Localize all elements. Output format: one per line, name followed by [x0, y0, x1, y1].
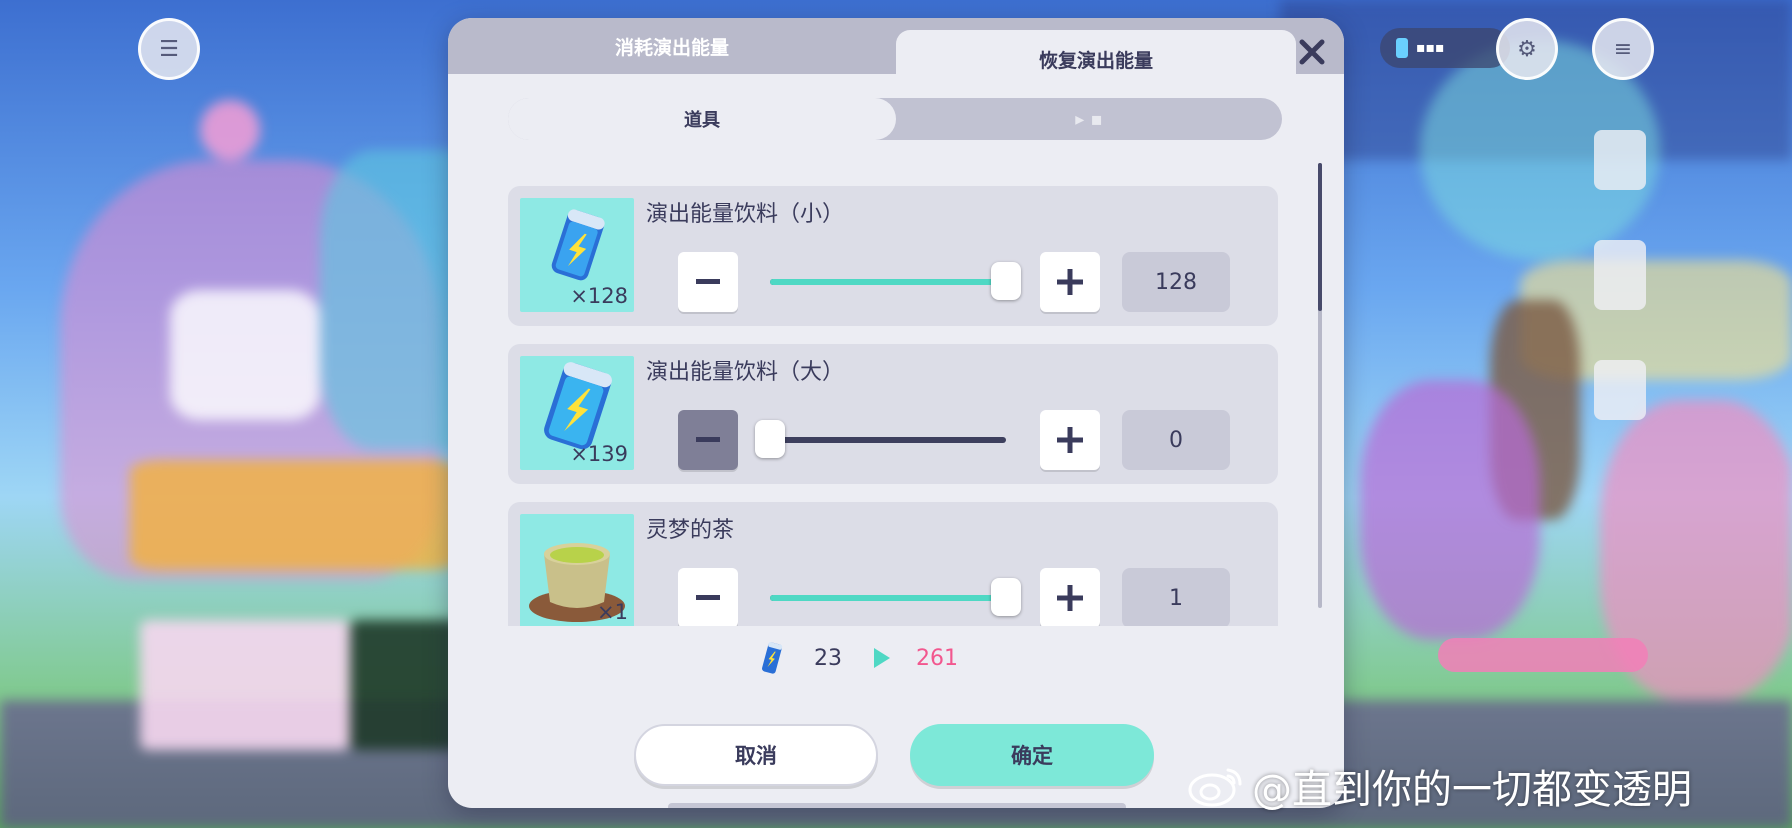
gift-icon[interactable] — [1594, 130, 1646, 190]
tab-consume-energy[interactable]: 消耗演出能量 — [448, 18, 896, 74]
shop-icon[interactable] — [1594, 360, 1646, 420]
menu-icon[interactable]: ☰ — [138, 18, 200, 80]
quantity-slider[interactable] — [755, 420, 1006, 458]
notice-badge — [1438, 638, 1648, 672]
slider-handle[interactable] — [991, 262, 1021, 300]
item-thumbnail: ×1 — [520, 514, 634, 626]
list-icon[interactable]: ≡ — [1592, 18, 1654, 80]
quantity-slider[interactable] — [770, 578, 1021, 616]
list-item: ×139 演出能量饮料（大） 0 — [508, 344, 1278, 484]
watermark: @直到你的一切都变透明 — [1186, 758, 1692, 814]
item-name: 演出能量饮料（大） — [646, 360, 845, 385]
arrow-right-icon — [874, 648, 890, 668]
minus-button[interactable] — [678, 410, 738, 470]
minus-button[interactable] — [678, 568, 738, 626]
tab-bar: 消耗演出能量 恢复演出能量 — [448, 18, 1344, 88]
quantity-value[interactable]: 0 — [1122, 410, 1230, 470]
quantity-value[interactable]: 1 — [1122, 568, 1230, 626]
segment-other[interactable]: ▸ ▪ — [896, 98, 1282, 140]
resulting-energy: 261 — [916, 645, 958, 671]
plus-button[interactable] — [1040, 568, 1100, 626]
mission-icon[interactable] — [1594, 240, 1646, 310]
minus-icon — [696, 595, 720, 600]
current-energy: 23 — [814, 645, 842, 671]
list-item: ×1 灵梦的茶 1 — [508, 502, 1278, 626]
slider-fill — [770, 279, 1006, 285]
close-button[interactable] — [1288, 28, 1336, 76]
energy-drink-icon — [762, 642, 783, 674]
plus-button[interactable] — [1040, 410, 1100, 470]
confirm-button[interactable]: 确定 — [910, 724, 1154, 786]
item-name: 灵梦的茶 — [646, 518, 735, 543]
plus-icon — [1057, 427, 1083, 453]
segment-control: 道具 ▸ ▪ — [508, 98, 1282, 140]
energy-summary: 23 261 — [760, 638, 958, 678]
bottom-indicator — [668, 803, 1126, 808]
minus-button[interactable] — [678, 252, 738, 312]
energy-indicator: ▪▪▪ — [1380, 28, 1510, 68]
watermark-text: @直到你的一切都变透明 — [1252, 767, 1692, 813]
settings-icon[interactable]: ⚙ — [1496, 18, 1558, 80]
slider-handle[interactable] — [755, 420, 785, 458]
item-owned-count: ×128 — [570, 284, 628, 308]
list-item: ×128 演出能量饮料（小） 128 — [508, 186, 1278, 326]
scrollbar-thumb[interactable] — [1318, 163, 1322, 311]
minus-icon — [696, 279, 720, 284]
item-name: 演出能量饮料（小） — [646, 202, 845, 227]
item-thumbnail: ×128 — [520, 198, 634, 312]
tab-restore-energy[interactable]: 恢复演出能量 — [896, 30, 1296, 88]
slider-fill — [770, 595, 1006, 601]
list-scrollbar[interactable] — [1318, 163, 1322, 608]
item-thumbnail: ×139 — [520, 356, 634, 470]
close-icon — [1299, 39, 1325, 65]
weibo-icon — [1188, 768, 1242, 807]
minus-icon — [696, 437, 720, 442]
quantity-slider[interactable] — [770, 262, 1021, 300]
item-owned-count: ×139 — [570, 442, 628, 466]
item-list[interactable]: ×128 演出能量饮料（小） 128 ×139 演出能量饮料（大） 0 ×1 灵… — [508, 186, 1284, 626]
slider-handle[interactable] — [991, 578, 1021, 616]
plus-icon — [1057, 585, 1083, 611]
segment-items[interactable]: 道具 — [508, 98, 896, 140]
cancel-button[interactable]: 取消 — [634, 724, 878, 786]
quantity-value[interactable]: 128 — [1122, 252, 1230, 312]
item-owned-count: ×1 — [597, 600, 628, 624]
plus-button[interactable] — [1040, 252, 1100, 312]
plus-icon — [1057, 269, 1083, 295]
energy-dialog: 消耗演出能量 恢复演出能量 道具 ▸ ▪ ×128 演出能量饮料（小） 128 … — [448, 18, 1344, 808]
